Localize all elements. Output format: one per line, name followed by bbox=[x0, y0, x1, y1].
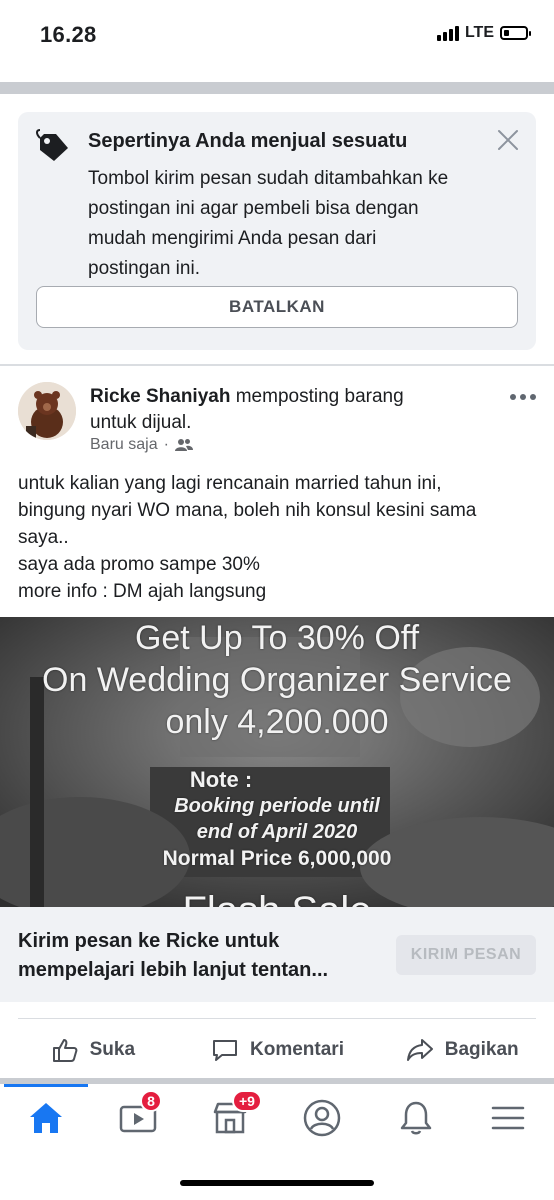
nav-notifications[interactable] bbox=[396, 1098, 436, 1138]
post-text-line: more info : DM ajah langsung bbox=[18, 581, 267, 602]
cancel-button[interactable]: BATALKAN bbox=[36, 286, 518, 328]
promo-headline: Get Up To 30% Off bbox=[134, 619, 420, 657]
post-time[interactable]: Baru saja bbox=[90, 436, 158, 454]
active-tab-indicator bbox=[4, 1084, 88, 1087]
post-action-text: memposting barang bbox=[235, 386, 404, 407]
promo-normal-price: Normal Price 6,000,000 bbox=[162, 847, 392, 870]
like-button[interactable]: Suka bbox=[0, 1022, 185, 1078]
bell-icon bbox=[400, 1101, 432, 1135]
cta-text-line: mempelajari lebih lanjut tentan... bbox=[18, 959, 329, 981]
teddy-bear-avatar-icon bbox=[18, 382, 76, 440]
message-cta-bar: Kirim pesan ke Ricke untuk mempelajari l… bbox=[0, 907, 554, 1002]
cta-text: Kirim pesan ke Ricke untuk mempelajari l… bbox=[18, 927, 378, 985]
suggestion-body-line: mudah mengirimi Anda pesan dari bbox=[88, 228, 377, 249]
comment-icon bbox=[213, 1040, 238, 1061]
promo-note-label: Note : bbox=[189, 767, 253, 792]
post-header: Ricke Shaniyah memposting barang untuk d… bbox=[0, 366, 554, 466]
promo-note: end of April 2020 bbox=[196, 821, 358, 843]
post-text-line: bingung nyari WO mana, boleh nih konsul … bbox=[18, 500, 477, 521]
nav-home[interactable] bbox=[26, 1098, 66, 1138]
cta-text-line: Kirim pesan ke Ricke untuk bbox=[18, 930, 280, 952]
post-author-line: Ricke Shaniyah memposting barang untuk d… bbox=[90, 384, 470, 436]
nav-watch[interactable]: 8 bbox=[118, 1090, 162, 1138]
share-label: Bagikan bbox=[444, 1039, 519, 1060]
nav-marketplace[interactable]: +9 bbox=[210, 1090, 262, 1138]
share-button[interactable]: Bagikan bbox=[369, 1022, 554, 1078]
divider bbox=[18, 1018, 536, 1019]
suggestion-body-line: Tombol kirim pesan sudah ditambahkan ke bbox=[88, 168, 449, 189]
promo-flash-sale: Flash Sale bbox=[0, 889, 554, 907]
post-text-line: saya ada promo sampe 30% bbox=[18, 554, 260, 575]
promo-text-overlay: Get Up To 30% Off On Wedding Organizer S… bbox=[0, 617, 554, 907]
nav-profile[interactable] bbox=[302, 1098, 342, 1138]
marketplace-badge: +9 bbox=[232, 1090, 262, 1112]
thumbs-up-icon bbox=[52, 1039, 78, 1062]
author-name[interactable]: Ricke Shaniyah bbox=[90, 386, 230, 407]
suggestion-box: Sepertinya Anda menjual sesuatu Tombol k… bbox=[18, 112, 536, 350]
hamburger-menu-icon bbox=[491, 1106, 525, 1130]
post-action-text: untuk dijual. bbox=[90, 412, 192, 433]
promo-headline: On Wedding Organizer Service bbox=[42, 661, 512, 699]
home-icon bbox=[30, 1103, 62, 1133]
post-text: untuk kalian yang lagi rencanain married… bbox=[18, 470, 538, 605]
status-indicators: LTE bbox=[436, 24, 531, 42]
more-options-icon[interactable] bbox=[510, 394, 536, 400]
network-label: LTE bbox=[464, 24, 494, 41]
post-actions: Suka Komentari Bagikan bbox=[0, 1022, 554, 1078]
profile-icon bbox=[303, 1099, 341, 1137]
meta-separator: · bbox=[163, 436, 169, 453]
post-text-line: untuk kalian yang lagi rencanain married… bbox=[18, 473, 442, 494]
signal-icon bbox=[436, 25, 459, 41]
suggestion-body: Tombol kirim pesan sudah ditambahkan ke … bbox=[88, 164, 508, 284]
promo-note: Booking periode until bbox=[174, 795, 380, 817]
divider bbox=[0, 82, 554, 94]
avatar[interactable] bbox=[18, 382, 76, 440]
suggestion-title: Sepertinya Anda menjual sesuatu bbox=[88, 130, 408, 152]
suggestion-body-line: postingan ini. bbox=[88, 258, 200, 279]
comment-label: Komentari bbox=[250, 1039, 344, 1060]
battery-icon bbox=[500, 26, 531, 40]
home-indicator bbox=[180, 1180, 374, 1186]
post-meta: Baru saja · bbox=[90, 436, 193, 454]
promo-price: only 4,200.000 bbox=[165, 703, 389, 741]
suggestion-body-line: postingan ini agar pembeli bisa dengan bbox=[88, 198, 419, 219]
friends-icon bbox=[174, 439, 193, 451]
close-icon[interactable] bbox=[496, 128, 520, 152]
status-time: 16.28 bbox=[40, 22, 97, 47]
nav-menu[interactable] bbox=[488, 1098, 528, 1138]
video-badge: 8 bbox=[140, 1090, 162, 1112]
selling-suggestion-card: Sepertinya Anda menjual sesuatu Tombol k… bbox=[0, 94, 554, 364]
comment-button[interactable]: Komentari bbox=[185, 1022, 370, 1078]
like-label: Suka bbox=[89, 1039, 136, 1060]
bottom-navigation: 8 +9 bbox=[0, 1084, 554, 1154]
share-icon bbox=[406, 1039, 433, 1061]
tag-icon bbox=[36, 129, 68, 161]
send-message-button[interactable]: KIRIM PESAN bbox=[396, 935, 536, 975]
post-image[interactable]: Get Up To 30% Off On Wedding Organizer S… bbox=[0, 617, 554, 907]
post-text-line: saya.. bbox=[18, 527, 69, 548]
status-bar: 16.28 LTE bbox=[0, 0, 554, 66]
